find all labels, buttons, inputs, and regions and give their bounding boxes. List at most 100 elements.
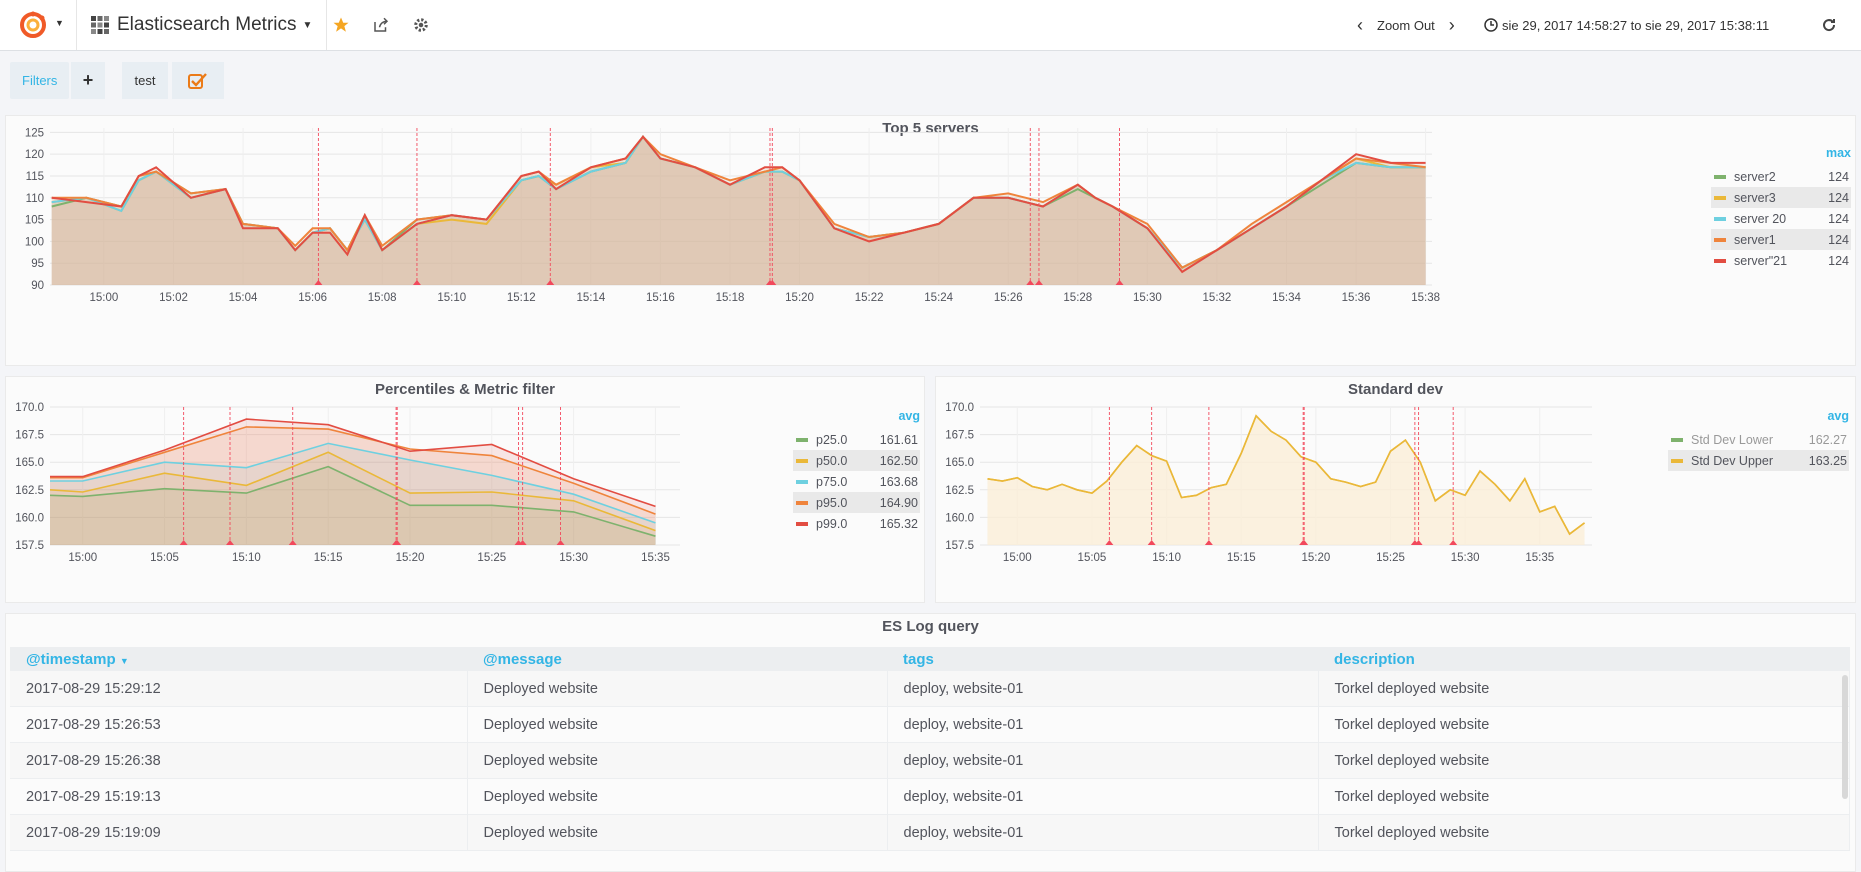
table-cell: 2017-08-29 15:26:38 xyxy=(10,742,468,779)
legend-series-name: p50.0 xyxy=(816,453,848,468)
table-cell: 2017-08-29 15:29:12 xyxy=(10,671,468,707)
time-picker[interactable]: sie 29, 2017 14:58:27 to sie 29, 2017 15… xyxy=(1484,0,1769,50)
x-tick-label: 15:05 xyxy=(1078,552,1107,564)
column-label: description xyxy=(1334,650,1415,668)
table-cell: Deployed website xyxy=(467,814,888,851)
table-row[interactable]: 2017-08-29 15:26:38 Deployed website deplo… xyxy=(10,742,1850,779)
y-tick-label: 167.5 xyxy=(15,430,44,442)
legend-swatch xyxy=(1671,458,1683,463)
legend-item[interactable]: Std Dev Lower 162.27 xyxy=(1668,429,1849,450)
column-header-message[interactable]: @message xyxy=(467,647,887,671)
legend-header-avg[interactable]: avg xyxy=(793,409,920,429)
table-row[interactable]: 2017-08-29 15:26:53 Deployed website deplo… xyxy=(10,706,1850,743)
legend-series-name: p99.0 xyxy=(816,516,848,531)
clock-icon xyxy=(1484,18,1498,32)
legend-item[interactable]: server1 124 xyxy=(1711,229,1851,250)
share-icon[interactable] xyxy=(369,13,393,37)
x-tick-label: 15:20 xyxy=(396,552,425,564)
series-area xyxy=(50,419,656,545)
annotation-toggle[interactable] xyxy=(172,62,224,99)
x-tick-label: 15:32 xyxy=(1203,292,1232,304)
table-scrollbar[interactable] xyxy=(1842,675,1848,799)
legend-value: 164.90 xyxy=(879,495,918,510)
x-tick-label: 15:36 xyxy=(1342,292,1371,304)
table-cell: 2017-08-29 15:19:13 xyxy=(10,778,468,815)
table-row[interactable]: 2017-08-29 15:19:13 Deployed website deplo… xyxy=(10,778,1850,815)
legend-stddev: avg Std Dev Lower 162.27 Std Dev Upper 163.… xyxy=(1668,409,1849,471)
legend-series-name: server"21 xyxy=(1734,253,1788,268)
x-tick-label: 15:16 xyxy=(646,292,675,304)
legend-item[interactable]: p99.0 165.32 xyxy=(793,513,920,534)
panel-top5-servers: Top 5 servers 90 95 100 105 110 115 120 125 15:0… xyxy=(5,115,1856,366)
table-cell: Torkel deployed website xyxy=(1318,706,1850,743)
legend-value: 162.50 xyxy=(879,453,918,468)
x-tick-label: 15:00 xyxy=(68,552,97,564)
legend-percentiles: avg p25.0 161.61 p50.0 162.50 p75.0 163.68 p95… xyxy=(793,409,920,534)
legend-swatch xyxy=(1714,237,1726,242)
legend-value: 124 xyxy=(1828,190,1849,205)
legend-item[interactable]: server2 124 xyxy=(1711,166,1851,187)
legend-item[interactable]: server3 124 xyxy=(1711,187,1851,208)
legend-item[interactable]: server"21 124 xyxy=(1711,250,1851,271)
legend-value: 163.68 xyxy=(879,474,918,489)
series-area xyxy=(51,136,1426,285)
table-cell: deploy, website-01 xyxy=(887,742,1319,779)
x-tick-label: 15:26 xyxy=(994,292,1023,304)
x-tick-label: 15:15 xyxy=(314,552,343,564)
column-header-description[interactable]: description xyxy=(1318,647,1850,671)
y-tick-label: 105 xyxy=(25,215,44,227)
template-variable-test[interactable]: test xyxy=(122,62,168,99)
legend-swatch xyxy=(796,521,808,526)
legend-item[interactable]: Std Dev Upper 163.25 xyxy=(1668,450,1849,471)
zoom-controls: ‹ Zoom Out › xyxy=(1357,0,1455,50)
legend-item[interactable]: p95.0 164.90 xyxy=(793,492,920,513)
x-tick-label: 15:25 xyxy=(477,552,506,564)
legend-series-name: server3 xyxy=(1734,190,1776,205)
x-tick-label: 15:20 xyxy=(785,292,814,304)
table-cell: Deployed website xyxy=(467,706,888,743)
x-tick-label: 15:06 xyxy=(298,292,327,304)
y-tick-label: 165.0 xyxy=(15,457,44,469)
y-tick-label: 160.0 xyxy=(945,512,974,524)
legend-swatch xyxy=(796,500,808,505)
legend-series-name: p75.0 xyxy=(816,474,848,489)
legend-item[interactable]: p25.0 161.61 xyxy=(793,429,920,450)
y-tick-label: 90 xyxy=(31,280,44,292)
grafana-logo-menu[interactable]: ▼ xyxy=(0,0,77,50)
dashboard-picker[interactable]: Elasticsearch Metrics ▼ xyxy=(77,0,328,50)
legend-swatch xyxy=(1671,437,1683,442)
column-label: @timestamp xyxy=(26,650,116,668)
column-header-tags[interactable]: tags xyxy=(887,647,1318,671)
legend-value: 165.32 xyxy=(879,516,918,531)
table-row[interactable]: 2017-08-29 15:29:12 Deployed website deplo… xyxy=(10,671,1850,707)
legend-item[interactable]: server 20 124 xyxy=(1711,208,1851,229)
add-filter-button[interactable]: + xyxy=(71,62,105,99)
table-cell: Torkel deployed website xyxy=(1318,814,1850,851)
y-tick-label: 100 xyxy=(25,236,44,248)
time-forward-icon[interactable]: › xyxy=(1449,15,1455,36)
refresh-icon[interactable] xyxy=(1817,13,1841,37)
x-tick-label: 15:24 xyxy=(924,292,953,304)
time-back-icon[interactable]: ‹ xyxy=(1357,15,1363,36)
legend-swatch xyxy=(1714,174,1726,179)
legend-swatch xyxy=(1714,258,1726,263)
panel-title[interactable]: ES Log query xyxy=(6,618,1855,635)
zoom-out-button[interactable]: Zoom Out xyxy=(1377,18,1435,33)
y-tick-label: 165.0 xyxy=(945,457,974,469)
legend-item[interactable]: p75.0 163.68 xyxy=(793,471,920,492)
y-tick-label: 167.5 xyxy=(945,430,974,442)
column-header-timestamp[interactable]: @timestamp ▼ xyxy=(10,647,467,671)
chart-percentiles: 157.5 160.0 162.5 165.0 167.5 170.0 15:00 15:05… xyxy=(15,402,680,564)
x-tick-label: 15:10 xyxy=(232,552,261,564)
series-area xyxy=(987,415,1585,545)
star-icon[interactable] xyxy=(329,13,353,37)
x-tick-label: 15:30 xyxy=(559,552,588,564)
settings-gear-icon[interactable] xyxy=(409,13,433,37)
caret-down-icon: ▼ xyxy=(302,19,313,31)
table-row[interactable]: 2017-08-29 15:19:09 Deployed website deplo… xyxy=(10,814,1850,851)
filters-button[interactable]: Filters xyxy=(10,62,70,99)
legend-item[interactable]: p50.0 162.50 xyxy=(793,450,920,471)
legend-header-max[interactable]: max xyxy=(1711,146,1851,166)
table-cell: deploy, website-01 xyxy=(887,778,1319,815)
legend-header-avg[interactable]: avg xyxy=(1668,409,1849,429)
